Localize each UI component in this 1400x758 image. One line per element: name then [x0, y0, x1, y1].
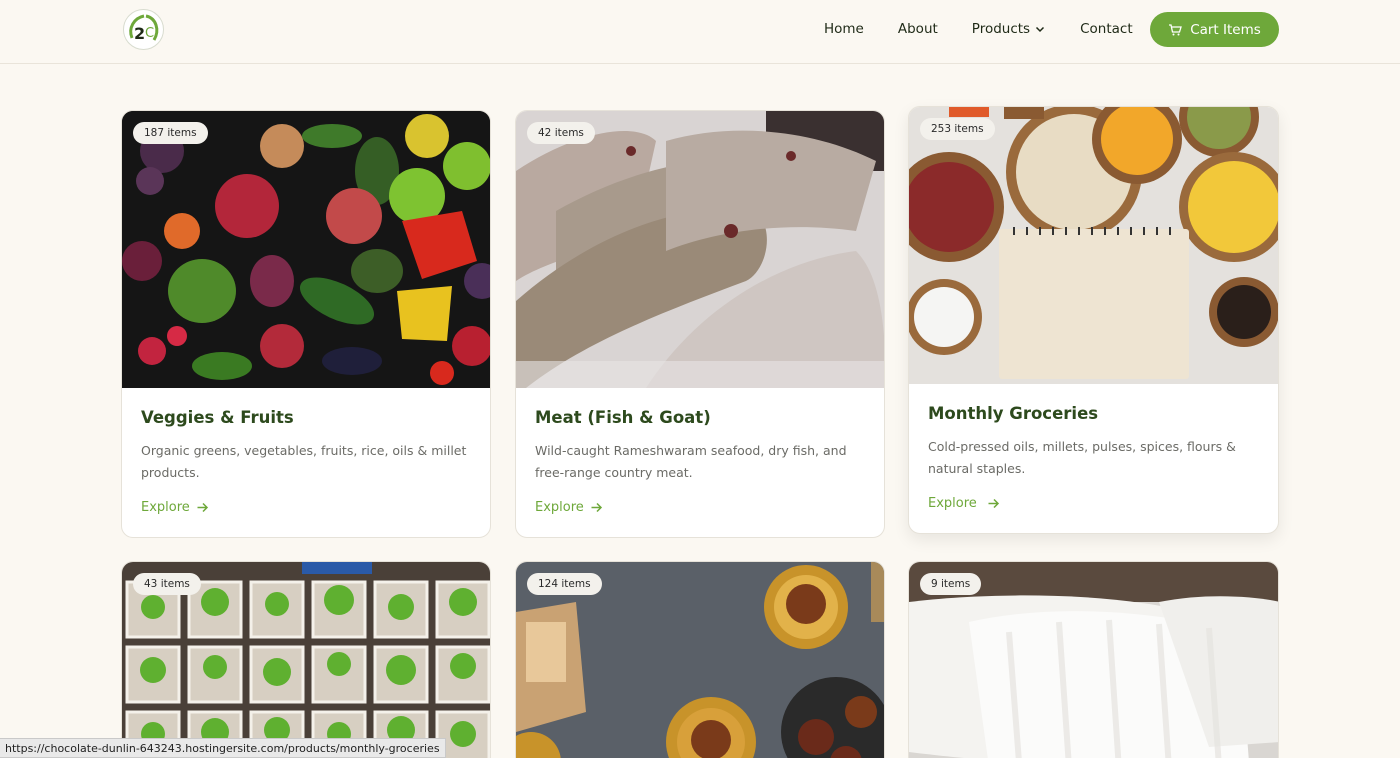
chevron-down-icon [1034, 23, 1046, 35]
groceries-photo [909, 107, 1278, 384]
nav-products-dropdown[interactable]: Products [972, 21, 1046, 37]
card-title: Veggies & Fruits [141, 408, 294, 427]
svg-text:C: C [145, 26, 154, 41]
cart-icon [1168, 23, 1183, 37]
svg-text:2: 2 [134, 24, 145, 43]
site-header: 2 C Home About Products Contact Cart Ite… [0, 0, 1400, 64]
category-card-veggies[interactable]: 187 items Veggies & Fruits Organic green… [121, 110, 491, 538]
nav-about-link[interactable]: About [898, 21, 938, 37]
status-bar-url: https://chocolate-dunlin-643243.hostinge… [0, 738, 446, 758]
category-card-seedlings[interactable]: 43 items [121, 561, 491, 758]
cart-button-label: Cart Items [1190, 21, 1261, 38]
explore-link-label: Explore [535, 500, 584, 515]
item-count-badge: 187 items [133, 122, 208, 144]
arrow-right-icon [590, 501, 603, 514]
nav-contact-link[interactable]: Contact [1080, 21, 1133, 37]
item-count-badge: 42 items [527, 122, 595, 144]
arrow-right-icon [987, 497, 1000, 510]
item-count-badge: 9 items [920, 573, 982, 595]
explore-link[interactable]: Explore [141, 500, 209, 515]
nav-products-label: Products [971, 21, 1031, 37]
nav-home-link[interactable]: Home [824, 21, 864, 37]
item-count-badge: 253 items [920, 118, 995, 140]
category-card-groceries[interactable]: 253 items Monthly Groceries Cold-pressed… [908, 106, 1279, 534]
card-description: Organic greens, vegetables, fruits, rice… [141, 443, 467, 480]
category-card-meat[interactable]: 42 items Meat (Fish & Goat) Wild-caught … [515, 110, 885, 538]
card-title: Meat (Fish & Goat) [535, 408, 711, 427]
arrow-right-icon [196, 501, 209, 514]
explore-link-label: Explore [141, 500, 190, 515]
item-count-badge: 43 items [133, 573, 201, 595]
vegetables-photo [122, 111, 490, 388]
main-nav: Home About Products Contact [806, 0, 1133, 58]
category-card-bedding[interactable]: 9 items [908, 561, 1279, 758]
explore-link[interactable]: Explore [535, 500, 603, 515]
item-count-badge: 124 items [527, 573, 602, 595]
fish-photo [516, 111, 884, 388]
explore-link-label: Explore [928, 496, 977, 511]
card-description: Wild-caught Rameshwaram seafood, dry fis… [535, 443, 847, 480]
explore-link[interactable]: Explore [928, 496, 1000, 511]
category-card-sweets[interactable]: 124 items [515, 561, 885, 758]
site-logo[interactable]: 2 C [123, 9, 164, 50]
card-description: Cold-pressed oils, millets, pulses, spic… [928, 439, 1236, 476]
card-title: Monthly Groceries [928, 404, 1099, 423]
cart-button[interactable]: Cart Items [1150, 12, 1279, 47]
